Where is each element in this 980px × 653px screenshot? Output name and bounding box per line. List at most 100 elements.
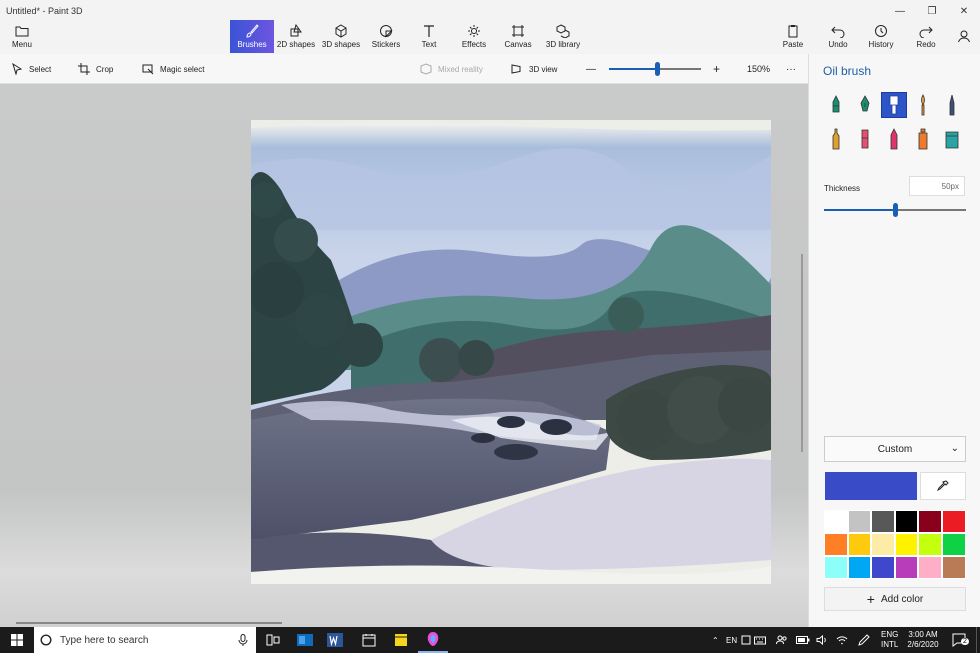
- outlook-app[interactable]: [290, 627, 320, 653]
- thickness-slider[interactable]: [824, 202, 966, 218]
- pen-workspace-icon[interactable]: [858, 627, 870, 653]
- color-swatch[interactable]: [824, 556, 848, 579]
- tab-brushes[interactable]: Brushes: [230, 20, 274, 53]
- color-swatch[interactable]: [824, 510, 848, 533]
- minimize-button[interactable]: —: [884, 0, 916, 22]
- tab-stickers[interactable]: Stickers: [368, 20, 404, 53]
- horizontal-scrollbar[interactable]: [16, 622, 282, 624]
- task-view-button[interactable]: [258, 627, 288, 653]
- start-button[interactable]: [0, 627, 34, 653]
- marker-icon: [832, 95, 840, 113]
- language-indicator[interactable]: ENG INTL: [881, 627, 898, 653]
- spray-can-tool[interactable]: [910, 126, 936, 152]
- color-mode-label: Custom: [877, 443, 913, 455]
- tab-3d-shapes[interactable]: 3D shapes: [320, 20, 362, 53]
- crayon-tool[interactable]: [881, 126, 907, 152]
- chevron-down-icon: ⌄: [950, 443, 959, 454]
- vertical-scrollbar[interactable]: [801, 254, 803, 452]
- color-swatch[interactable]: [847, 510, 872, 533]
- color-swatch[interactable]: [871, 556, 895, 579]
- color-swatch[interactable]: [941, 510, 966, 533]
- color-swatch[interactable]: [918, 533, 942, 556]
- undo-label: Undo: [828, 40, 848, 49]
- thickness-input[interactable]: 50px: [909, 176, 965, 196]
- volume-icon[interactable]: [816, 627, 828, 653]
- microphone-icon[interactable]: [238, 634, 248, 646]
- fill-icon: [945, 131, 959, 149]
- overflow-chevron[interactable]: ⌃: [712, 627, 719, 653]
- clock[interactable]: 3:00 AM 2/6/2020: [906, 627, 940, 653]
- 3d-view-button[interactable]: 3D view: [511, 54, 557, 84]
- calendar-app[interactable]: [354, 627, 384, 653]
- color-swatch[interactable]: [941, 533, 966, 556]
- pencil-icon: [832, 128, 840, 150]
- crop-button[interactable]: Crop: [78, 54, 113, 84]
- current-color-swatch[interactable]: [825, 472, 917, 500]
- ime-indicator[interactable]: EN: [726, 627, 737, 653]
- taskbar-search[interactable]: Type here to search: [34, 627, 256, 653]
- canvas-painting[interactable]: [251, 120, 771, 584]
- tab-2d-shapes[interactable]: 2D shapes: [276, 20, 316, 53]
- color-swatch[interactable]: [871, 510, 895, 533]
- color-mode-dropdown[interactable]: Custom ⌄: [824, 436, 966, 462]
- battery-icon[interactable]: [796, 627, 810, 653]
- ime-mode-icon[interactable]: [741, 627, 751, 653]
- color-swatch[interactable]: [894, 533, 919, 556]
- cursor-icon: [12, 63, 23, 75]
- tab-3d-library[interactable]: 3D library: [544, 20, 582, 53]
- mixed-reality-button[interactable]: Mixed reality: [420, 54, 483, 84]
- wifi-icon[interactable]: [836, 627, 848, 653]
- oil-brush-tool[interactable]: [881, 92, 907, 118]
- pencil-tool[interactable]: [823, 126, 849, 152]
- color-swatch[interactable]: [918, 556, 942, 579]
- word-app[interactable]: [320, 627, 350, 653]
- sticky-notes-app[interactable]: [386, 627, 416, 653]
- eyedropper-button[interactable]: [920, 472, 966, 500]
- color-swatch[interactable]: [918, 510, 942, 533]
- tab-effects[interactable]: Effects: [458, 20, 490, 53]
- marker-tool[interactable]: [823, 92, 849, 118]
- color-swatch[interactable]: [894, 510, 919, 533]
- mixed-reality-icon: [420, 63, 432, 75]
- zoom-slider-thumb[interactable]: [654, 62, 660, 76]
- color-swatch[interactable]: [871, 533, 895, 556]
- redo-icon: [919, 26, 933, 38]
- paste-button[interactable]: Paste: [778, 20, 808, 53]
- thickness-slider-thumb[interactable]: [893, 203, 898, 217]
- undo-button[interactable]: Undo: [824, 20, 852, 53]
- people-icon[interactable]: [776, 627, 788, 653]
- ime-toolbar-icon[interactable]: [754, 627, 766, 653]
- effects-icon: [468, 25, 480, 37]
- user-button[interactable]: [952, 20, 976, 53]
- color-swatch[interactable]: [941, 556, 966, 579]
- zoom-slider[interactable]: [609, 54, 701, 84]
- notifications-button[interactable]: 2: [952, 627, 969, 653]
- paint-3d-app[interactable]: [418, 627, 448, 653]
- magic-select-button[interactable]: Magic select: [142, 54, 204, 84]
- add-color-button[interactable]: + Add color: [824, 587, 966, 611]
- color-swatch[interactable]: [847, 533, 872, 556]
- close-button[interactable]: ✕: [948, 0, 980, 22]
- watercolor-tool[interactable]: [910, 92, 936, 118]
- select-button[interactable]: Select: [11, 54, 51, 84]
- eraser-tool[interactable]: [852, 126, 878, 152]
- history-button[interactable]: History: [866, 20, 896, 53]
- more-options-button[interactable]: ···: [786, 54, 796, 84]
- pixel-pen-tool[interactable]: [939, 92, 965, 118]
- tab-text[interactable]: Text: [414, 20, 444, 53]
- workspace[interactable]: [0, 84, 808, 627]
- redo-button[interactable]: Redo: [912, 20, 940, 53]
- color-swatch[interactable]: [894, 556, 919, 579]
- 3d-view-label: 3D view: [529, 64, 558, 74]
- color-swatch[interactable]: [824, 533, 848, 556]
- maximize-button[interactable]: ❐: [916, 0, 948, 22]
- calligraphy-pen-tool[interactable]: [852, 92, 878, 118]
- show-desktop-button[interactable]: [976, 627, 980, 653]
- tab-canvas[interactable]: Canvas: [502, 20, 534, 53]
- zoom-in-button[interactable]: +: [713, 54, 720, 84]
- zoom-out-button[interactable]: —: [586, 54, 596, 84]
- zoom-level[interactable]: 150%: [747, 54, 770, 84]
- fill-tool[interactable]: [939, 126, 965, 152]
- menu-button[interactable]: Menu: [6, 20, 38, 53]
- color-swatch[interactable]: [847, 556, 872, 579]
